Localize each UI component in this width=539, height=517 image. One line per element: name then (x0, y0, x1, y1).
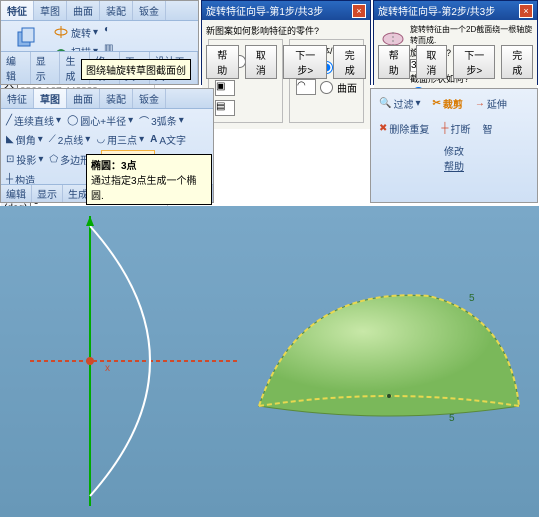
cancel-button[interactable]: 取消 (245, 45, 278, 79)
svg-text:5: 5 (449, 413, 455, 424)
filter-button[interactable]: 🔍过滤▾ (377, 95, 422, 112)
ft-edit[interactable]: 编辑 (1, 52, 31, 84)
finish-button-2[interactable]: 完成 (501, 45, 533, 79)
arc-button[interactable]: ⌒3弧条▾ (137, 112, 186, 129)
text-button[interactable]: AA文字 (148, 131, 188, 148)
line-button[interactable]: ╱连续直线▾ (4, 112, 63, 129)
delete-icon: ✖ (379, 123, 387, 134)
dialog-prompt: 新图案如何影响特征的零件? (206, 24, 366, 37)
twopt-button[interactable]: ⟋2点线▾ (47, 131, 93, 148)
revolve-wizard-step1: 旋转特征向导-第1步/共3步× 新图案如何影响特征的零件? ▢独立实体 ▣ ▤ … (201, 0, 371, 85)
tab-assembly[interactable]: 装配 (100, 1, 133, 20)
revolved-surface: 5 5 (249, 256, 529, 456)
delredo-button[interactable]: ✖删除重复 (377, 120, 431, 137)
ft2-edit[interactable]: 编辑 (1, 185, 32, 202)
extend-icon: → (475, 98, 485, 109)
revolve-wizard-step2: 旋转特征向导-第2步/共3步× 旋转特征由一个2D截面绕一根轴旋转而成. 旋转角… (373, 0, 538, 85)
close-icon-2[interactable]: × (519, 4, 533, 18)
trim-button[interactable]: ✂裁剪 (430, 95, 464, 112)
adjust-button[interactable]: 智 (480, 120, 494, 137)
tab2-assembly[interactable]: 装配 (100, 89, 133, 108)
help-link[interactable]: 帮助 (377, 158, 531, 173)
break-button[interactable]: ┼打断 (439, 120, 472, 137)
chamfer-button[interactable]: ◣倒角▾ (4, 131, 45, 148)
feature-ribbon: 特征 草图 曲面 装配 钣金 拉伸向导 旋转 ▾ 扫描 ▾ ◧特征 ◐ ▥ 旋转… (0, 0, 199, 85)
tab-feature[interactable]: 特征 (1, 1, 34, 20)
finish-button[interactable]: 完成 (333, 45, 366, 79)
extend-button[interactable]: →延伸 (473, 95, 509, 112)
tab-sheetmetal[interactable]: 钣金 (133, 1, 166, 20)
viewport-3d[interactable]: x 5 5 (0, 206, 539, 517)
axis-x-label: x (105, 363, 110, 374)
shell-icon: ◐ (104, 24, 120, 40)
dialog-titlebar-2[interactable]: 旋转特征向导-第2步/共3步× (374, 1, 537, 20)
extrude-icon (14, 26, 38, 50)
revolve-button[interactable]: 旋转 ▾ (51, 23, 100, 41)
ft2-show[interactable]: 显示 (32, 185, 63, 202)
next-button[interactable]: 下一步> (283, 45, 327, 79)
cut-icon: ▤ (215, 100, 235, 116)
filter-icon: 🔍 (379, 98, 391, 109)
threept-button[interactable]: ◡用三点▾ (94, 131, 146, 148)
tab2-surface[interactable]: 曲面 (67, 89, 100, 108)
dialog-titlebar[interactable]: 旋转特征向导-第1步/共3步× (202, 1, 370, 20)
ellipse-tooltip: 椭圆：3点 通过指定3点生成一个椭圆. (86, 154, 212, 205)
section-label: 修改 (377, 143, 531, 158)
help-button[interactable]: 帮助 (206, 45, 239, 79)
help-button-2[interactable]: 帮助 (378, 45, 410, 79)
tab2-sketch[interactable]: 草图 (34, 89, 67, 108)
tab2-sheetmetal[interactable]: 钣金 (133, 89, 166, 108)
next-button-2[interactable]: 下一步> (453, 45, 495, 79)
opt-sub[interactable]: ▤ (213, 98, 278, 118)
scissors-icon: ✂ (432, 98, 440, 109)
circle-button[interactable]: ◯圆心+半径▾ (65, 112, 135, 129)
revolve-tooltip: 图绕轴旋转草图截面创 (81, 59, 191, 80)
ft-show[interactable]: 显示 (31, 52, 61, 84)
tab-sketch[interactable]: 草图 (34, 1, 67, 20)
modify-ribbon: 🔍过滤▾ ✂裁剪 →延伸 ✖删除重复 ┼打断 智 修改 帮助 (370, 88, 538, 203)
tab-surface[interactable]: 曲面 (67, 1, 100, 20)
ribbon-tabstrip: 特征 草图 曲面 装配 钣金 (1, 1, 198, 21)
close-icon[interactable]: × (352, 4, 366, 18)
sketch-ribbon: 特征 草图 曲面 装配 钣金 ╱连续直线▾ ◯圆心+半径▾ ⌒3弧条▾ ◣倒角▾… (0, 88, 214, 203)
tab2-feature[interactable]: 特征 (1, 89, 34, 108)
svg-text:5: 5 (469, 293, 475, 304)
revolve-icon (53, 24, 69, 40)
cancel-button-2[interactable]: 取消 (416, 45, 448, 79)
break-icon: ┼ (441, 123, 448, 134)
small-btn-1[interactable]: ◐ (102, 23, 146, 41)
proj-button[interactable]: ⊡投影▾ (4, 150, 45, 169)
sketch-curve: x (30, 216, 240, 506)
